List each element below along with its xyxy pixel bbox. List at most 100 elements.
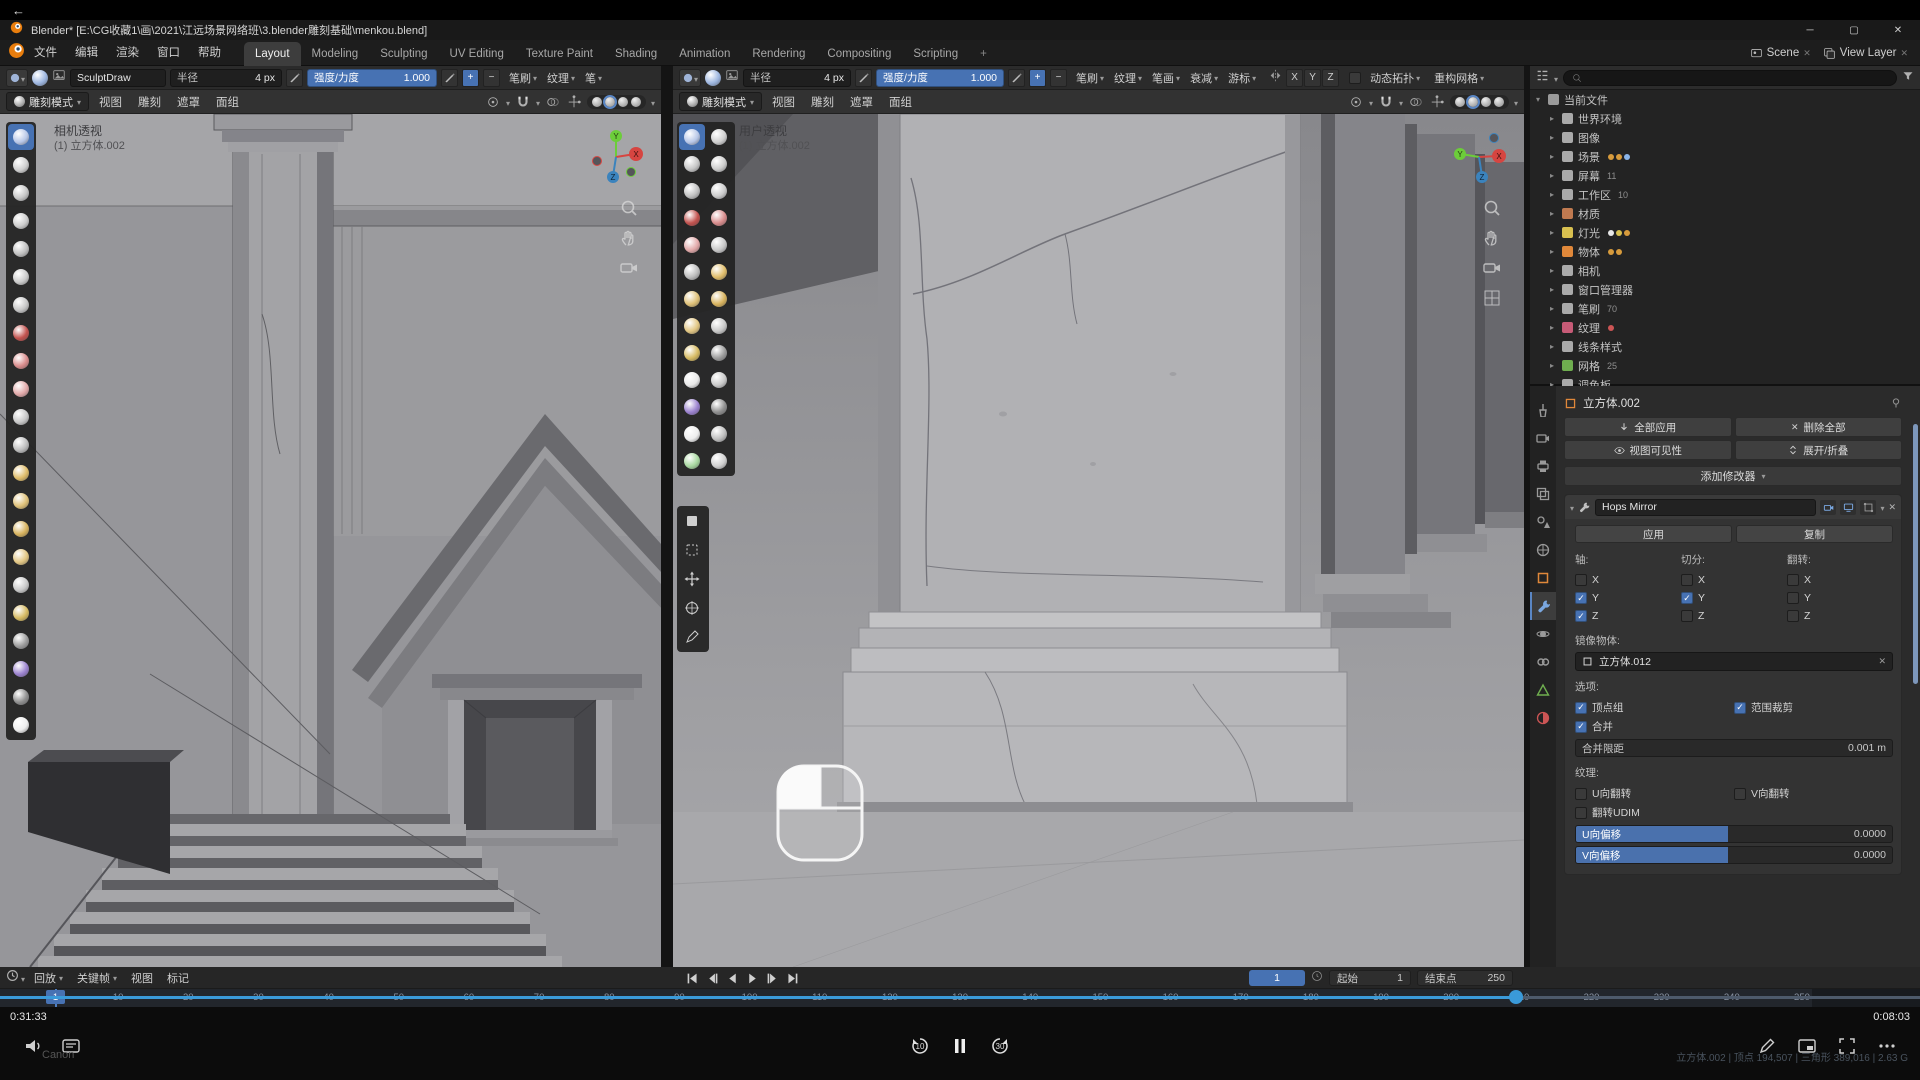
popover-3[interactable]: 笔画 (1147, 70, 1185, 86)
previous-keyframe-icon[interactable] (706, 972, 719, 985)
timeline-menu-4[interactable]: 标记 (160, 970, 196, 986)
modifier-name-field[interactable]: Hops Mirror (1595, 499, 1816, 516)
strength-pressure-toggle[interactable] (1008, 69, 1025, 87)
workspace-tab-animation[interactable]: Animation (668, 42, 741, 66)
sculpt-brush-4[interactable] (8, 208, 34, 234)
texture-checkbox-2[interactable]: V向翻转 (1734, 784, 1893, 803)
shading-dropdown-icon[interactable] (651, 93, 655, 111)
workspace-tab-uv-editing[interactable]: UV Editing (439, 42, 515, 66)
sculpt-brush-20[interactable] (706, 367, 732, 393)
properties-tab-material[interactable] (1530, 704, 1556, 732)
timeline-menu-1[interactable]: 回放 (27, 970, 70, 986)
workspace-add-button[interactable]: + (969, 42, 998, 66)
sculpt-brush-13[interactable] (679, 286, 705, 312)
option-checkbox-3[interactable]: 合并 (1575, 717, 1734, 736)
play-reverse-icon[interactable] (726, 972, 739, 985)
outliner-item-8[interactable]: ▸物体 (1530, 242, 1920, 261)
brush-datablock-icon[interactable] (52, 68, 66, 87)
viewport-3d-left[interactable]: 相机透视 (1) 立方体.002 Y X Z (0, 114, 661, 967)
outliner-item-10[interactable]: ▸窗口管理器 (1530, 280, 1920, 299)
solid-shading-icon[interactable] (1468, 97, 1478, 107)
shading-dropdown-icon[interactable] (1514, 93, 1518, 111)
sculpt-brush-24[interactable] (706, 421, 732, 447)
video-progress-played[interactable] (0, 996, 1516, 999)
frame-start-field[interactable]: 起始1 (1329, 970, 1411, 986)
rendered-shading-icon[interactable] (631, 97, 641, 107)
modifier-apply-button[interactable]: 应用 (1575, 525, 1732, 543)
timeline-editor-icon[interactable] (6, 969, 19, 987)
jump-to-start-icon[interactable] (686, 972, 699, 985)
mirror-object-field[interactable]: 立方体.012 ✕ (1575, 652, 1893, 671)
modifier-copy-button[interactable]: 复制 (1736, 525, 1893, 543)
solid-shading-icon[interactable] (605, 97, 615, 107)
video-progress-handle[interactable] (1509, 990, 1523, 1004)
axis-checkbox-z[interactable]: Z (1787, 607, 1893, 625)
maximize-button[interactable]: ▢ (1832, 20, 1876, 40)
workspace-tab-compositing[interactable]: Compositing (816, 42, 902, 66)
dyntopo-checkbox[interactable] (1349, 72, 1361, 84)
properties-tab-scene[interactable] (1530, 508, 1556, 536)
mirror-axis-x[interactable]: X (1286, 69, 1303, 87)
viewport-menu-3[interactable]: 遮罩 (842, 94, 881, 110)
direction-add-button[interactable]: + (462, 69, 479, 87)
option-checkbox-2[interactable]: 范围裁剪 (1734, 698, 1893, 717)
next-keyframe-icon[interactable] (766, 972, 779, 985)
sculpt-brush-7[interactable] (679, 205, 705, 231)
wireframe-shading-icon[interactable] (592, 97, 602, 107)
sculpt-brush-17[interactable] (8, 572, 34, 598)
active-brush-icon[interactable] (705, 70, 721, 86)
rendered-shading-icon[interactable] (1494, 97, 1504, 107)
overlays-icon[interactable] (1408, 94, 1424, 110)
collapse-caret-icon[interactable] (1570, 498, 1574, 516)
blender-menu-logo-icon[interactable] (8, 42, 25, 64)
properties-tab-constraints[interactable] (1530, 648, 1556, 676)
axis-checkbox-y[interactable]: Y (1681, 589, 1787, 607)
properties-tab-modifiers[interactable] (1530, 592, 1556, 620)
sculpt-brush-2[interactable] (8, 152, 34, 178)
add-modifier-button[interactable]: 添加修改器 (1564, 466, 1902, 486)
timeline-menu-3[interactable]: 视图 (124, 970, 160, 986)
outliner-item-4[interactable]: ▸屏幕11 (1530, 166, 1920, 185)
workspace-tab-sculpting[interactable]: Sculpting (369, 42, 438, 66)
modifier-extras-icon[interactable] (1880, 498, 1884, 516)
outliner-item-9[interactable]: ▸相机 (1530, 261, 1920, 280)
menubar-menu-5[interactable]: 帮助 (189, 40, 230, 66)
sculpt-brush-15[interactable] (8, 516, 34, 542)
axis-checkbox-x[interactable]: X (1787, 571, 1893, 589)
direction-add-button[interactable]: + (1029, 69, 1046, 87)
properties-tab-view-layer[interactable] (1530, 480, 1556, 508)
pan-hand-icon[interactable] (1482, 228, 1502, 248)
snap-magnet-icon[interactable] (1378, 94, 1394, 110)
sculpt-brush-10[interactable] (706, 232, 732, 258)
axis-checkbox-y[interactable]: Y (1575, 589, 1681, 607)
editor-type-button[interactable] (679, 69, 701, 87)
strength-slider[interactable]: 强度/力度1.000 (876, 69, 1004, 87)
sculpt-brush-21[interactable] (8, 684, 34, 710)
sculpt-brush-3[interactable] (679, 151, 705, 177)
workspace-tab-modeling[interactable]: Modeling (301, 42, 370, 66)
option-checkbox-1[interactable]: 顶点组 (1575, 698, 1734, 717)
sculpt-brush-13[interactable] (8, 460, 34, 486)
remesh-popover[interactable]: 重构网格 (1429, 70, 1489, 86)
offset-v-slider[interactable]: V向偏移 0.0000 (1575, 846, 1893, 864)
popover-1[interactable]: 笔刷 (1071, 70, 1109, 86)
material-shading-icon[interactable] (1481, 97, 1491, 107)
popover-2[interactable]: 纹理 (542, 70, 580, 86)
sculpt-brush-18[interactable] (706, 340, 732, 366)
sculpt-brush-19[interactable] (8, 628, 34, 654)
delete-all-button[interactable]: ✕ 删除全部 (1735, 417, 1903, 437)
sculpt-brush-8[interactable] (706, 205, 732, 231)
outliner-item-11[interactable]: ▸笔刷70 (1530, 299, 1920, 318)
outliner-item-12[interactable]: ▸纹理 (1530, 318, 1920, 337)
box-hide-tool[interactable] (679, 537, 705, 563)
camera-view-icon[interactable] (1482, 258, 1502, 278)
material-shading-icon[interactable] (618, 97, 628, 107)
expand-collapse-button[interactable]: 展开/折叠 (1735, 440, 1903, 460)
axis-checkbox-z[interactable]: Z (1575, 607, 1681, 625)
overlays-icon[interactable] (545, 94, 561, 110)
sculpt-brush-1[interactable] (679, 124, 705, 150)
workspace-tab-rendering[interactable]: Rendering (741, 42, 816, 66)
outliner-root-row[interactable]: ▾当前文件 (1530, 90, 1920, 109)
sculpt-brush-5[interactable] (679, 178, 705, 204)
apply-all-button[interactable]: 全部应用 (1564, 417, 1732, 437)
